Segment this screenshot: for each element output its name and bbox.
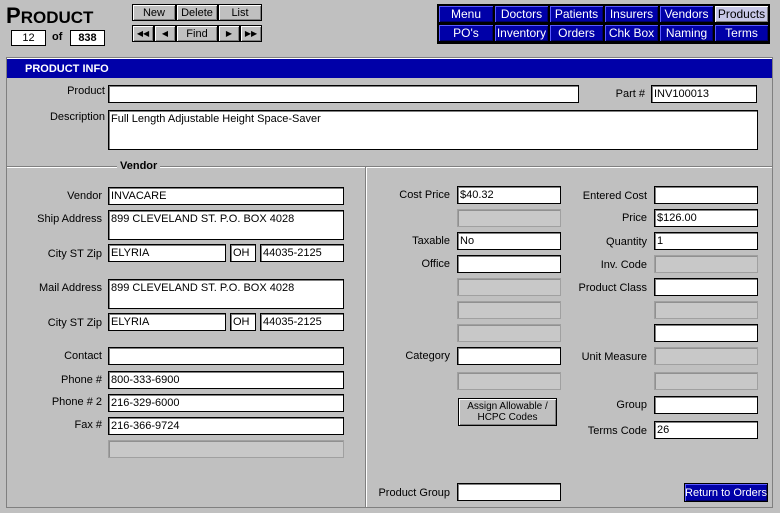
fax-field[interactable]: 216-366-9724 (108, 417, 344, 435)
product-group-label: Product Group (378, 487, 450, 499)
delete-button[interactable]: Delete (176, 4, 218, 21)
nav-menu[interactable]: Menu (438, 5, 494, 23)
assign-allowable-hcpc-button[interactable]: Assign Allowable / HCPC Codes (458, 398, 557, 426)
quantity-label: Quantity (606, 236, 647, 248)
cost-price-field[interactable]: $40.32 (457, 186, 561, 204)
product-class-label: Product Class (578, 282, 647, 294)
nav-orders[interactable]: Orders (549, 24, 604, 42)
nav-doctors[interactable]: Doctors (494, 5, 549, 23)
unit-measure-field (654, 347, 758, 365)
nav-chk-box[interactable]: Chk Box (604, 24, 659, 42)
ship-address-field[interactable]: 899 CLEVELAND ST. P.O. BOX 4028 (108, 210, 344, 240)
new-button[interactable]: New (132, 4, 176, 21)
mail-address-field[interactable]: 899 CLEVELAND ST. P.O. BOX 4028 (108, 279, 344, 309)
record-of-label: of (52, 31, 63, 43)
ship-state-field[interactable]: OH (230, 244, 256, 262)
product-class-extra-field-1 (654, 301, 758, 319)
contact-field[interactable] (108, 347, 344, 365)
part-label: Part # (615, 88, 645, 100)
mail-state-field[interactable]: OH (230, 313, 256, 331)
office-extra-field-1 (457, 278, 561, 296)
city-st-zip-label: City ST Zip (47, 248, 102, 260)
page-title: PRODUCT (6, 3, 94, 28)
price-field[interactable]: $126.00 (654, 209, 758, 227)
part-field[interactable]: INV100013 (651, 85, 757, 103)
taxable-label: Taxable (412, 235, 450, 247)
mail-city-field[interactable]: ELYRIA (108, 313, 226, 331)
ship-address-label: Ship Address (37, 213, 102, 225)
divider-vertical (365, 167, 367, 507)
mail-address-label: Mail Address (39, 282, 102, 294)
section-header: PRODUCT INFO (7, 58, 772, 78)
assign-line-1: Assign Allowable / (467, 401, 548, 412)
nav-vendors[interactable]: Vendors (659, 5, 714, 23)
description-label: Description (49, 111, 105, 123)
phone-field[interactable]: 800-333-6900 (108, 371, 344, 389)
list-button[interactable]: List (218, 4, 262, 21)
unit-measure-extra-field (654, 372, 758, 390)
vendor-label: Vendor (67, 190, 102, 202)
group-label: Group (616, 399, 647, 411)
vendor-field[interactable]: INVACARE (108, 187, 344, 205)
phone-label: Phone # (61, 374, 102, 386)
vendor-extra-field (108, 440, 344, 458)
fax-label: Fax # (74, 419, 102, 431)
assign-line-2: HCPC Codes (477, 412, 538, 423)
quantity-field[interactable]: 1 (654, 232, 758, 250)
terms-code-field[interactable]: 26 (654, 421, 758, 439)
ship-zip-field[interactable]: 44035-2125 (260, 244, 344, 262)
inv-code-label: Inv. Code (600, 259, 647, 271)
entered-cost-field[interactable] (654, 186, 758, 204)
record-total-field: 838 (70, 30, 105, 46)
taxable-field[interactable]: No (457, 232, 561, 250)
prev-record-button[interactable]: ◀ (154, 25, 176, 42)
description-field[interactable]: Full Length Adjustable Height Space-Save… (108, 110, 758, 150)
cost-price-label: Cost Price (399, 189, 450, 201)
category-label: Category (405, 350, 450, 362)
office-label: Office (421, 258, 450, 270)
category-extra-field (457, 372, 561, 390)
office-extra-field-3 (457, 324, 561, 342)
inv-code-field (654, 255, 758, 273)
first-record-button[interactable]: ◀◀ (132, 25, 154, 42)
nav-terms[interactable]: Terms (714, 24, 769, 42)
entered-cost-label: Entered Cost (582, 190, 647, 202)
last-record-button[interactable]: ▶▶ (240, 25, 262, 42)
product-class-extra-field-2[interactable] (654, 324, 758, 342)
nav-pos[interactable]: PO's (438, 24, 494, 42)
cost-extra-field (457, 209, 561, 227)
product-field[interactable] (108, 85, 579, 103)
ship-city-field[interactable]: ELYRIA (108, 244, 226, 262)
office-field[interactable] (457, 255, 561, 273)
category-field[interactable] (457, 347, 561, 365)
phone2-label: Phone # 2 (51, 396, 102, 408)
nav-patients[interactable]: Patients (549, 5, 604, 23)
find-button[interactable]: Find (176, 25, 218, 42)
office-extra-field-2 (457, 301, 561, 319)
price-label: Price (621, 212, 647, 224)
mail-zip-field[interactable]: 44035-2125 (260, 313, 344, 331)
vendor-group-title: Vendor (117, 160, 161, 172)
phone2-field[interactable]: 216-329-6000 (108, 394, 344, 412)
nav-naming[interactable]: Naming (659, 24, 714, 42)
unit-measure-label: Unit Measure (581, 351, 647, 363)
nav-inventory[interactable]: Inventory (494, 24, 549, 42)
product-class-field[interactable] (654, 278, 758, 296)
group-field[interactable] (654, 396, 758, 414)
contact-label: Contact (64, 350, 102, 362)
product-group-field[interactable] (457, 483, 561, 501)
next-record-button[interactable]: ▶ (218, 25, 240, 42)
nav-insurers[interactable]: Insurers (604, 5, 659, 23)
city-st-zip-label-2: City ST Zip (47, 317, 102, 329)
record-current-field[interactable]: 12 (11, 30, 46, 46)
nav-products[interactable]: Products (714, 5, 769, 23)
terms-code-label: Terms Code (587, 425, 647, 437)
product-label: Product (67, 85, 105, 97)
return-to-orders-button[interactable]: Return to Orders (684, 483, 768, 502)
